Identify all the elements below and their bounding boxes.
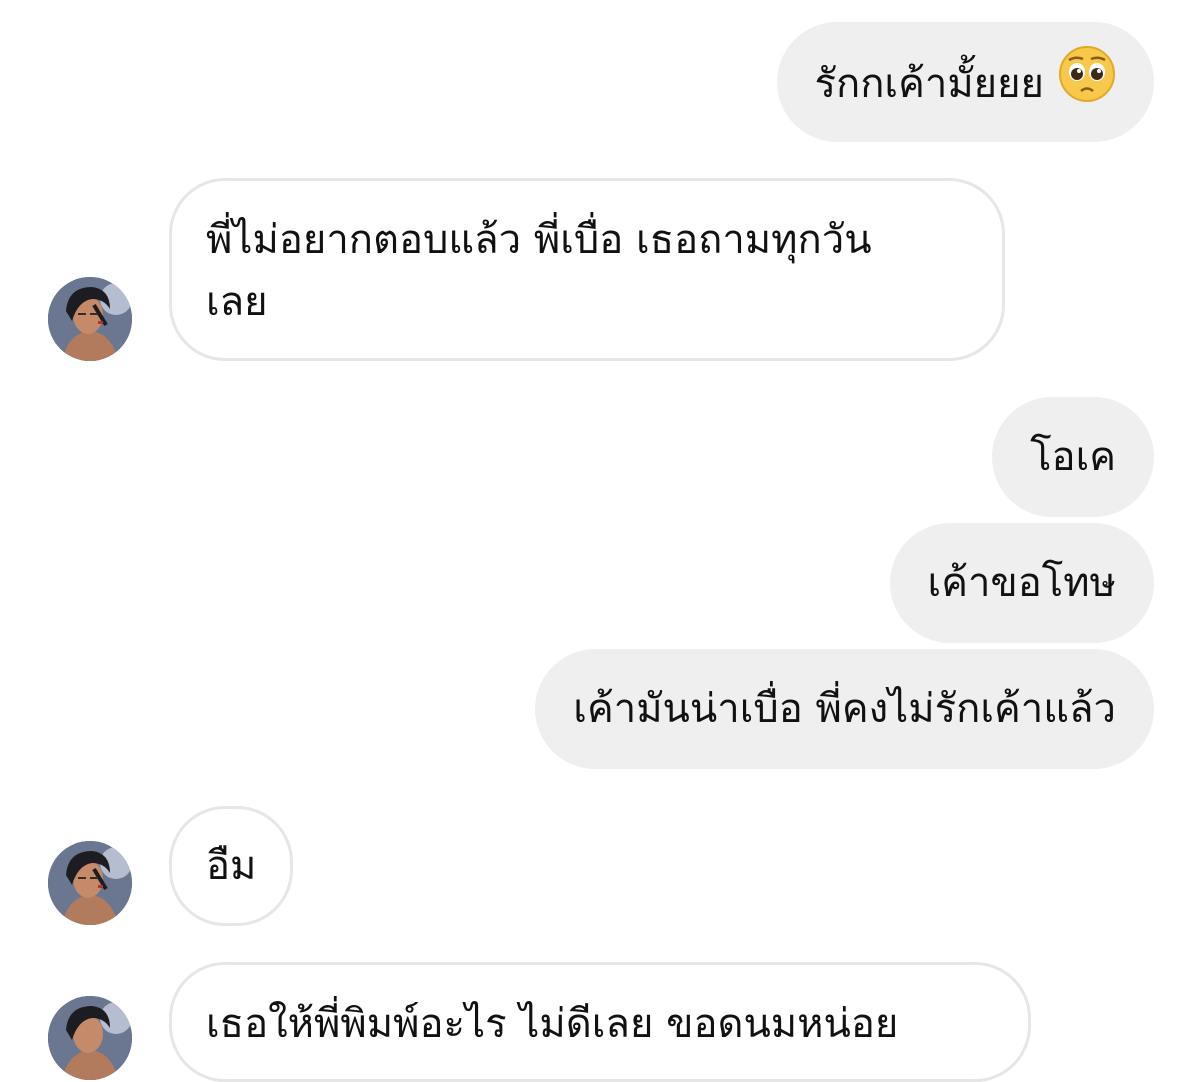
- pleading-face-emoji-icon: [1058, 45, 1116, 121]
- outgoing-message-bubble[interactable]: เค้ามันน่าเบื่อ พี่คงไม่รักเค้าแล้ว: [535, 649, 1154, 769]
- avatar[interactable]: [48, 996, 132, 1080]
- outgoing-message-bubble[interactable]: เค้าขอโทษ: [889, 523, 1154, 643]
- message-text: อืม: [206, 843, 257, 889]
- outgoing-message-bubble[interactable]: โอเค: [992, 397, 1154, 517]
- incoming-message-bubble[interactable]: เธอให้พี่พิมพ์อะไร ไม่ดีเลย ขอดนมหน่อย: [169, 962, 1031, 1082]
- message-text: เค้าขอโทษ: [927, 560, 1116, 606]
- contact-avatar-icon: [48, 277, 132, 361]
- message-text-line-2: เลย: [206, 279, 268, 325]
- contact-avatar-icon: [48, 996, 132, 1080]
- avatar[interactable]: [48, 277, 132, 361]
- message-text: โอเค: [1030, 434, 1116, 480]
- incoming-message-bubble[interactable]: อืม: [169, 806, 294, 926]
- message-text: รักกเค้ามั้ยยย: [814, 61, 1045, 107]
- avatar[interactable]: [48, 841, 132, 925]
- incoming-message-bubble[interactable]: พี่ไม่อยากตอบแล้ว พี่เบื่อ เธอถามทุกวัน …: [169, 178, 1005, 361]
- contact-avatar-icon: [48, 841, 132, 925]
- message-text: เค้ามันน่าเบื่อ พี่คงไม่รักเค้าแล้ว: [573, 686, 1116, 732]
- message-text-line-1: พี่ไม่อยากตอบแล้ว พี่เบื่อ เธอถามทุกวัน: [206, 217, 872, 263]
- message-text: เธอให้พี่พิมพ์อะไร ไม่ดีเลย ขอดนมหน่อย: [206, 1001, 899, 1047]
- outgoing-message-bubble[interactable]: รักกเค้ามั้ยยย: [776, 22, 1154, 142]
